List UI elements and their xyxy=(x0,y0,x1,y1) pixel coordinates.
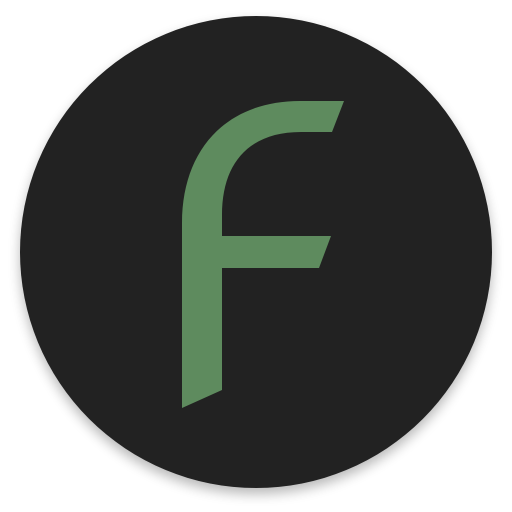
app-icon-canvas xyxy=(0,0,512,512)
app-icon xyxy=(20,16,492,488)
